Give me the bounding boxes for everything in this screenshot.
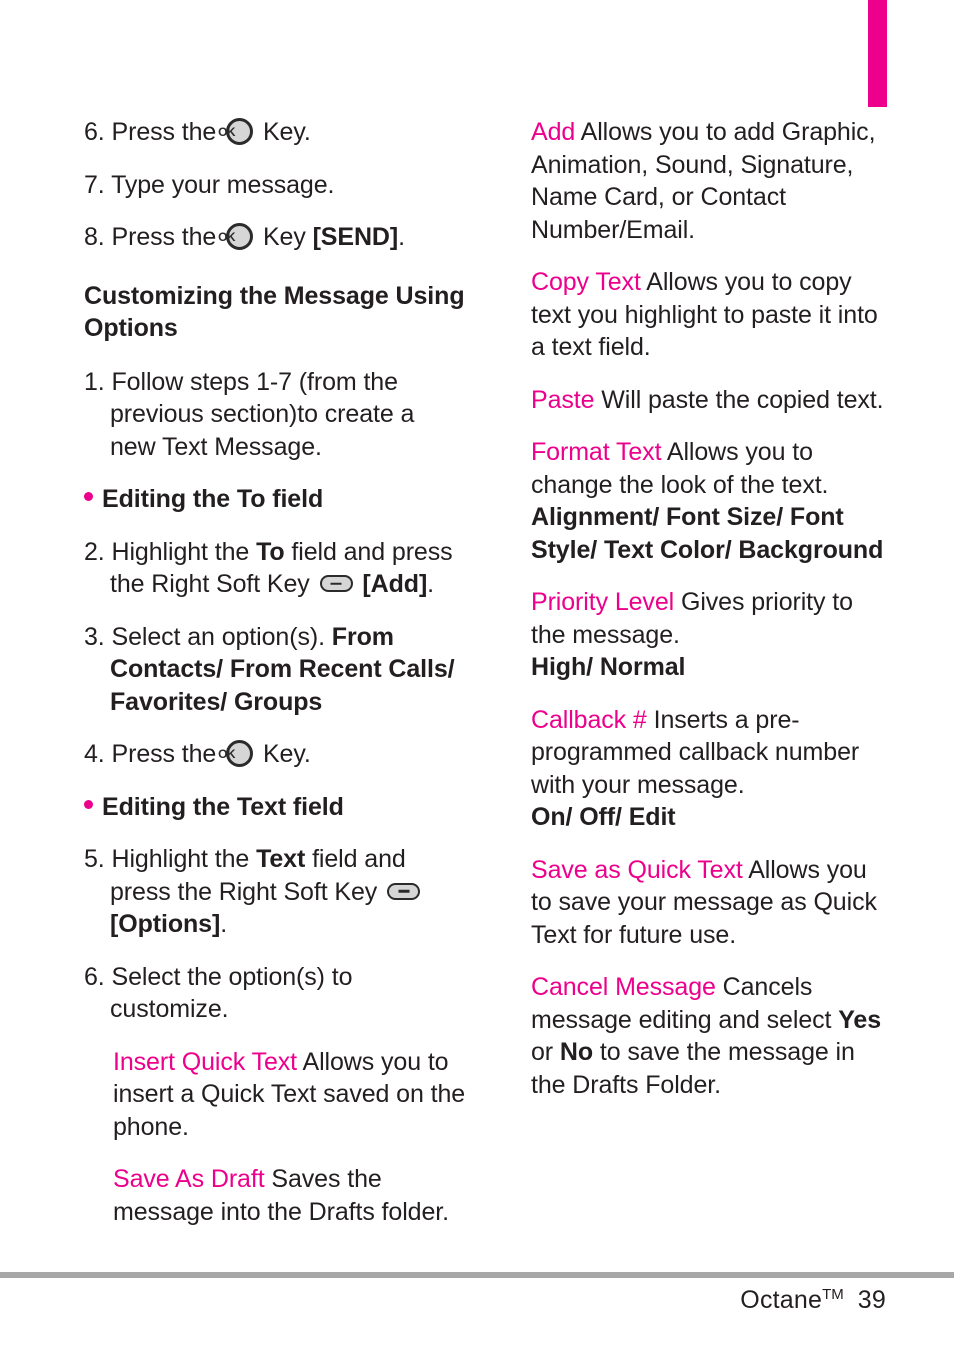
- step-number: 8.: [84, 223, 105, 251]
- bullet-dot-icon: [84, 492, 93, 501]
- option-term: Priority Level: [531, 588, 675, 616]
- soft-key-dash-icon: [330, 582, 342, 585]
- option-term: Save As Draft: [113, 1165, 265, 1193]
- step-text: Follow steps 1-7 (from the previous sect…: [110, 367, 415, 461]
- ok-key-icon: OK: [218, 118, 254, 145]
- option-entry: Save as Quick Text Allows you to save yo…: [531, 854, 887, 952]
- ok-key-icon: OK: [218, 740, 254, 767]
- option-entry: Insert Quick Text Allows you to insert a…: [113, 1046, 466, 1144]
- soft-key-icon: [319, 575, 353, 592]
- step-number: 1.: [84, 367, 105, 396]
- ok-key-label: OK: [218, 229, 236, 244]
- option-term: Insert Quick Text: [113, 1047, 298, 1076]
- option-term: Copy Text: [531, 268, 641, 296]
- step-period: .: [220, 910, 228, 938]
- option-term: Callback #: [531, 705, 647, 734]
- to-field-emphasis: To: [256, 537, 285, 566]
- step-text: Press the: [111, 223, 217, 251]
- ok-key-icon: OK: [218, 223, 254, 250]
- options-softkey-label: [Options]: [110, 910, 221, 938]
- step-text: Select an option(s).: [111, 622, 326, 651]
- option-entry: Callback # Inserts a pre-programmed call…: [531, 704, 887, 834]
- step-text: Press the: [111, 740, 217, 768]
- step-number: 6.: [84, 118, 105, 146]
- option-entry: Save As Draft Saves the message into the…: [113, 1163, 466, 1228]
- option-entry: Format Text Allows you to change the loo…: [531, 436, 887, 566]
- step-text-tail: Key.: [262, 118, 311, 146]
- option-description-cont: or: [531, 1038, 554, 1066]
- step-item: 6. Select the option(s) to customize.: [84, 961, 466, 1026]
- step-item: 3. Select an option(s). From Contacts/ F…: [84, 621, 466, 719]
- option-term: Format Text: [531, 438, 662, 466]
- bullet-heading-label: Editing the Text field: [102, 792, 344, 821]
- step-text: Highlight the: [111, 845, 250, 873]
- step-text: Select the option(s) to customize.: [110, 962, 353, 1024]
- footer-divider: [0, 1272, 954, 1278]
- step-number: 4.: [84, 740, 105, 768]
- option-entry: Copy Text Allows you to copy text you hi…: [531, 266, 887, 364]
- option-entry: Priority Level Gives priority to the mes…: [531, 586, 887, 684]
- step-item: 8. Press the OK Key [SEND].: [84, 221, 466, 254]
- option-entry: Add Allows you to add Graphic, Animation…: [531, 116, 887, 246]
- option-entry: Paste Will paste the copied text.: [531, 384, 887, 417]
- ok-key-label: OK: [218, 746, 236, 761]
- option-values: High/ Normal: [531, 653, 686, 681]
- yes-emphasis: Yes: [838, 1005, 882, 1034]
- soft-key-icon: [387, 882, 421, 900]
- step-period: .: [398, 223, 405, 251]
- step-item: 6. Press the OK Key.: [84, 116, 466, 149]
- step-text-tail: Key: [262, 223, 306, 251]
- product-name: Octane: [740, 1286, 823, 1314]
- left-column: 6. Press the OK Key. 7. Type your messag…: [84, 116, 466, 1248]
- step-item: 5. Highlight the Text field and press th…: [84, 843, 466, 941]
- step-period: .: [427, 570, 435, 598]
- footer: OctaneTM 39: [0, 1286, 886, 1315]
- section-heading: Customizing the Message Using Options: [84, 281, 465, 342]
- add-softkey-label: [Add]: [362, 570, 428, 598]
- step-item: 4. Press the OK Key.: [84, 738, 466, 771]
- step-text: Highlight the: [111, 537, 250, 566]
- soft-key-dash-icon: [398, 889, 410, 893]
- step-number: 2.: [84, 537, 105, 566]
- step-number: 7.: [84, 170, 105, 199]
- option-term: Paste: [531, 385, 595, 414]
- right-column: Add Allows you to add Graphic, Animation…: [531, 116, 887, 1121]
- option-description: Allows you to add Graphic, Animation, So…: [531, 118, 876, 244]
- text-field-emphasis: Text: [256, 845, 306, 873]
- step-number: 5.: [84, 845, 105, 873]
- send-softkey-label: [SEND]: [312, 223, 399, 251]
- option-term: Add: [531, 118, 576, 146]
- step-number: 3.: [84, 622, 105, 651]
- step-text: Press the: [111, 118, 217, 146]
- step-text: Type your message.: [111, 170, 335, 199]
- step-item: 7. Type your message.: [84, 169, 466, 202]
- page-content: 6. Press the OK Key. 7. Type your messag…: [0, 0, 954, 1240]
- step-item: 1. Follow steps 1-7 (from the previous s…: [84, 366, 466, 464]
- bullet-heading-text-field: Editing the Text field: [84, 791, 466, 824]
- ok-key-label: OK: [218, 124, 236, 139]
- page-number: 39: [857, 1286, 886, 1314]
- step-text-tail: Key.: [262, 740, 311, 768]
- option-values: On/ Off/ Edit: [531, 803, 676, 831]
- bullet-heading-to-field: Editing the To field: [84, 483, 466, 516]
- step-number: 6.: [84, 962, 105, 991]
- option-term: Cancel Message: [531, 973, 716, 1001]
- bullet-heading-label: Editing the To field: [102, 485, 324, 513]
- option-entry: Cancel Message Cancels message editing a…: [531, 971, 887, 1101]
- step-item: 2. Highlight the To field and press the …: [84, 536, 466, 601]
- option-description: Will paste the copied text.: [601, 385, 884, 414]
- no-emphasis: No: [559, 1038, 594, 1066]
- bullet-dot-icon: [84, 799, 93, 809]
- trademark-symbol: TM: [822, 1286, 844, 1303]
- option-term: Save as Quick Text: [531, 855, 743, 884]
- option-values: Alignment/ Font Size/ Font Style/ Text C…: [531, 503, 884, 564]
